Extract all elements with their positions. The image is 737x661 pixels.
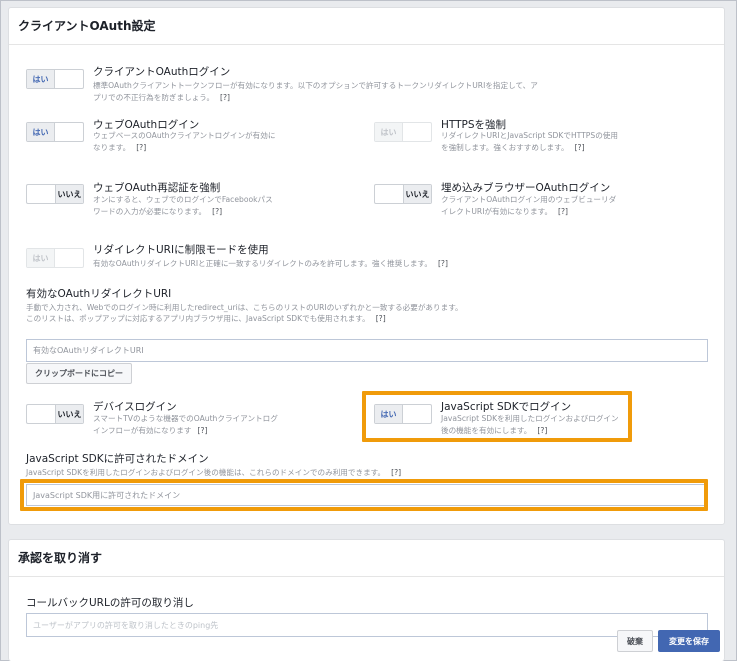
toggle-on-label: はい bbox=[27, 123, 56, 141]
js-sdk-domains-desc: JavaScript SDKを利用したログインおよびログイン後の機能は、これらの… bbox=[26, 468, 402, 477]
toggle-off-label: いいえ bbox=[402, 185, 431, 203]
help-icon[interactable]: [?] bbox=[136, 143, 146, 152]
js-sdk-login-title: JavaScript SDKでログイン bbox=[441, 401, 572, 413]
strict-mode-title: リダイレクトURIに制限モードを使用 bbox=[93, 244, 269, 256]
embedded-browser-login-title: 埋め込みブラウザーOAuthログイン bbox=[441, 182, 611, 194]
web-oauth-login-desc: ウェブベースのOAuthクライアントログインが有効になります。 [?] bbox=[93, 131, 276, 152]
toggle-off-label: いいえ bbox=[54, 405, 83, 423]
toggle-knob bbox=[403, 405, 431, 423]
client-oauth-login-desc: 標準OAuthクライアントトークンフローが有効になります。以下のオプションで許可… bbox=[93, 81, 538, 102]
deauth-callback-label: コールバックURLの許可の取り消し bbox=[26, 597, 194, 609]
device-login-toggle[interactable]: いいえ bbox=[26, 404, 84, 424]
toggle-knob bbox=[27, 185, 55, 203]
js-sdk-domains-input[interactable]: JavaScript SDK用に許可されたドメイン bbox=[26, 484, 706, 506]
web-oauth-login-toggle[interactable]: はい bbox=[26, 122, 84, 142]
valid-redirect-input[interactable]: 有効なOAuthリダイレクトURI bbox=[26, 339, 708, 362]
force-https-toggle[interactable]: はい bbox=[374, 122, 432, 142]
strict-mode-desc: 有効なOAuthリダイレクトURIと正確に一致するリダイレクトのみを許可します。… bbox=[93, 259, 448, 268]
toggle-knob bbox=[27, 405, 55, 423]
help-icon[interactable]: [?] bbox=[391, 468, 401, 477]
help-icon[interactable]: [?] bbox=[575, 143, 585, 152]
toggle-knob bbox=[375, 185, 403, 203]
toggle-on-label: はい bbox=[375, 405, 404, 423]
force-https-desc: リダイレクトURIとJavaScript SDKでHTTPSの使用を強制します。… bbox=[441, 131, 618, 152]
toggle-knob bbox=[55, 123, 83, 141]
panel-title: クライアントOAuth設定 bbox=[9, 8, 724, 45]
valid-redirect-label: 有効なOAuthリダイレクトURI bbox=[26, 288, 172, 300]
client-oauth-login-toggle[interactable]: はい bbox=[26, 69, 84, 89]
save-changes-button[interactable]: 変更を保存 bbox=[658, 630, 720, 652]
toggle-on-label: はい bbox=[27, 249, 56, 267]
valid-redirect-desc: 手動で入力され、Webでのログイン時に利用したredirect_uriは、こちら… bbox=[26, 303, 463, 323]
toggle-off-label: いいえ bbox=[54, 185, 83, 203]
help-icon[interactable]: [?] bbox=[537, 426, 547, 435]
panel-title: 承認を取り消す bbox=[9, 540, 724, 577]
discard-button[interactable]: 破棄 bbox=[617, 630, 653, 652]
help-icon[interactable]: [?] bbox=[212, 207, 222, 216]
copy-to-clipboard-button[interactable]: クリップボードにコピー bbox=[26, 363, 132, 384]
help-icon[interactable]: [?] bbox=[198, 426, 208, 435]
toggle-knob bbox=[403, 123, 431, 141]
toggle-on-label: はい bbox=[375, 123, 404, 141]
help-icon[interactable]: [?] bbox=[220, 93, 230, 102]
js-sdk-login-desc: JavaScript SDKを利用したログインおよびログイン後の機能を有効にしま… bbox=[441, 414, 619, 435]
help-icon[interactable]: [?] bbox=[438, 259, 448, 268]
force-web-reauth-toggle[interactable]: いいえ bbox=[26, 184, 84, 204]
force-web-reauth-title: ウェブOAuth再認証を強制 bbox=[93, 182, 221, 194]
help-icon[interactable]: [?] bbox=[558, 207, 568, 216]
toggle-knob bbox=[55, 70, 83, 88]
device-login-desc: スマートTVのような機器でのOAuthクライアントログインフローが有効になります… bbox=[93, 414, 278, 435]
client-oauth-login-title: クライアントOAuthログイン bbox=[93, 66, 231, 78]
js-sdk-login-toggle[interactable]: はい bbox=[374, 404, 432, 424]
js-sdk-domains-label: JavaScript SDKに許可されたドメイン bbox=[26, 453, 209, 465]
help-icon[interactable]: [?] bbox=[376, 314, 386, 323]
client-oauth-settings-panel: クライアントOAuth設定 はい クライアントOAuthログイン 標準OAuth… bbox=[8, 7, 725, 525]
device-login-title: デバイスログイン bbox=[93, 401, 177, 413]
force-web-reauth-desc: オンにすると、ウェブでのログインでFacebookパスワードの入力が必要になりま… bbox=[93, 195, 273, 216]
strict-mode-toggle[interactable]: はい bbox=[26, 248, 84, 268]
embedded-browser-login-desc: クライアントOAuthログイン用のウェブビューリダイレクトURIが有効になります… bbox=[441, 195, 617, 216]
embedded-browser-login-toggle[interactable]: いいえ bbox=[374, 184, 432, 204]
toggle-knob bbox=[55, 249, 83, 267]
toggle-on-label: はい bbox=[27, 70, 56, 88]
